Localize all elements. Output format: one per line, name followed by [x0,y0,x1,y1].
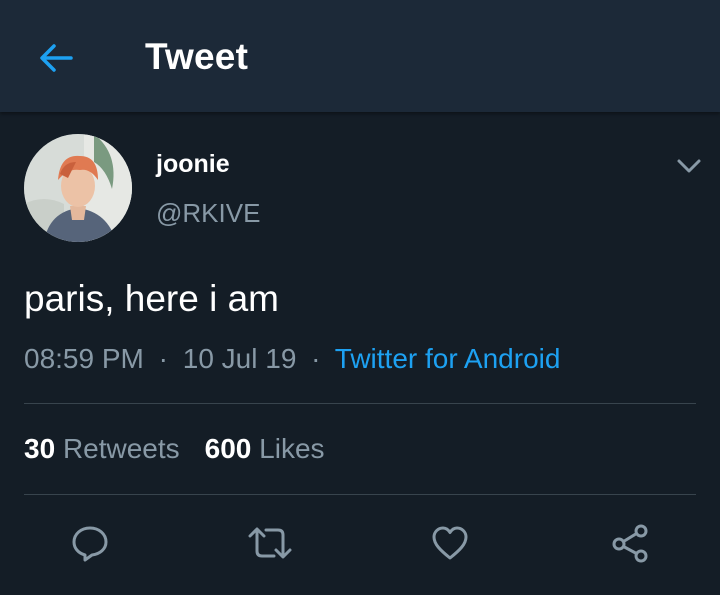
retweets-label: Retweets [62,433,180,464]
meta-separator: · [311,343,321,374]
likes-label: Likes [259,433,325,464]
user-handle[interactable]: @RKIVE [156,198,260,229]
back-button[interactable] [34,38,78,78]
divider [24,494,696,495]
reply-button[interactable] [65,518,115,568]
avatar[interactable] [24,134,132,242]
retweets-count: 30 [24,433,56,464]
retweet-button[interactable] [245,518,295,568]
display-name[interactable]: joonie [156,150,230,179]
share-button[interactable] [605,518,655,568]
share-icon [612,524,648,563]
reply-icon [72,526,108,562]
likes-stat[interactable]: 600 Likes [205,433,325,464]
likes-count: 600 [204,433,252,464]
tweet-time: 08:59 PM [24,343,144,374]
avatar-photo [24,134,132,242]
chevron-down-icon [677,159,701,173]
tweet-source-link[interactable]: Twitter for Android [335,343,561,374]
heart-icon [432,526,468,560]
meta-separator: · [158,343,168,374]
page-title: Tweet [145,36,249,77]
tweet-detail-screen: Tweet joonie @RKIVE paris, here i am 08:… [0,0,720,595]
tweet-date: 10 Jul 19 [182,343,297,374]
retweet-icon [248,527,292,559]
tweet-text: paris, here i am [24,278,279,319]
retweets-stat[interactable]: 30 Retweets [24,433,180,464]
tweet-menu-button[interactable] [672,150,706,182]
tweet-meta: 08:59 PM · 10 Jul 19 · Twitter for Andro… [24,343,560,375]
top-app-bar: Tweet [0,0,720,112]
divider [24,403,696,404]
arrow-left-icon [40,44,73,72]
like-button[interactable] [425,518,475,568]
tweet-stats: 30 Retweets 600 Likes [24,433,325,465]
